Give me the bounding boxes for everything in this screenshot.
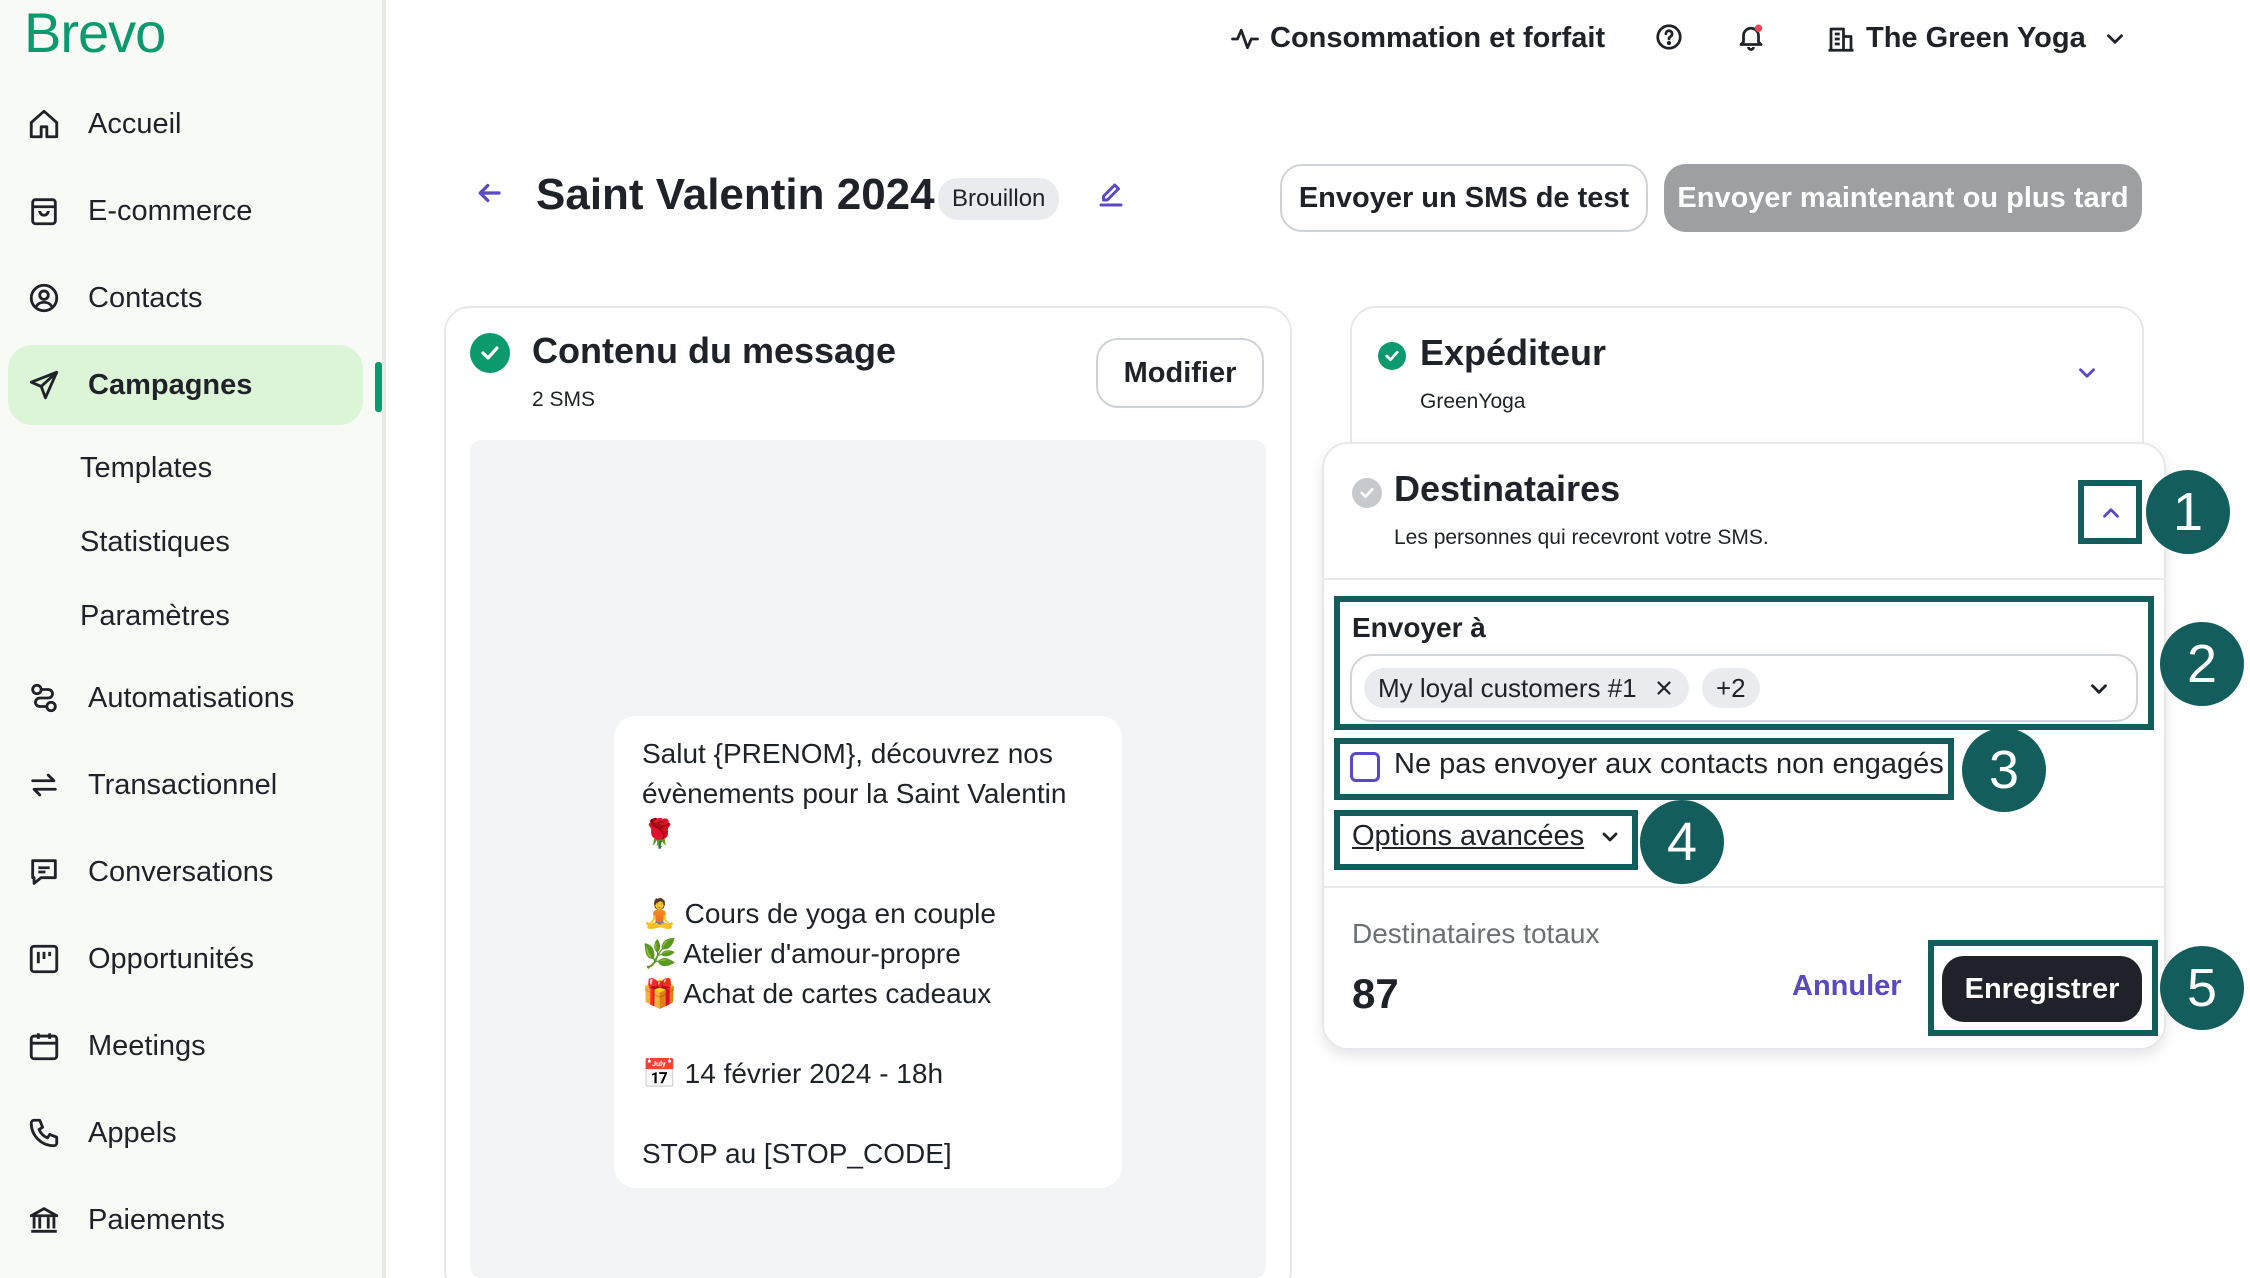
- sidebar: Brevo Accueil E-commerce Contacts Campag…: [0, 0, 386, 1278]
- bank-icon: [26, 1202, 62, 1238]
- content-card-title: Contenu du message: [532, 330, 897, 371]
- sidebar-item-label: Conversations: [88, 855, 274, 888]
- content-card-subtitle: 2 SMS: [532, 388, 596, 411]
- annotation-box-1: [2078, 480, 2142, 544]
- sms-preview-bubble: Salut {PRENOM}, découvrez nos évènements…: [614, 716, 1122, 1188]
- sidebar-item-label: Meetings: [88, 1029, 206, 1062]
- sidebar-item-transactionnel[interactable]: Transactionnel: [8, 745, 363, 825]
- pencil-icon: [1099, 183, 1123, 207]
- usage-label: Consommation et forfait: [1270, 22, 1606, 54]
- automation-icon: [26, 680, 62, 716]
- chevron-down-icon: [2079, 368, 2095, 378]
- sms-line: 📅 14 février 2024 - 18h: [642, 1058, 944, 1089]
- calendar-icon: [26, 1028, 62, 1064]
- sidebar-item-automatisations[interactable]: Automatisations: [8, 658, 363, 738]
- divider: [1324, 578, 2164, 580]
- building-icon: [1828, 27, 1854, 52]
- activity-icon: [1231, 28, 1259, 49]
- sidebar-item-paiements[interactable]: Paiements: [8, 1180, 363, 1260]
- sidebar-item-label: Transactionnel: [88, 768, 278, 801]
- sidebar-item-appels[interactable]: Appels: [8, 1093, 363, 1173]
- total-recipients-value: 87: [1352, 970, 1399, 1017]
- help-button[interactable]: [1654, 22, 1694, 52]
- contact-icon: [26, 280, 62, 316]
- chevron-down-icon: [2106, 33, 2123, 44]
- sms-line: STOP au [STOP_CODE]: [642, 1138, 952, 1169]
- sms-line: 🎁 Achat de cartes cadeaux: [642, 978, 992, 1009]
- sidebar-item-accueil[interactable]: Accueil: [8, 84, 363, 164]
- sidebar-item-campagnes[interactable]: Campagnes: [8, 345, 363, 425]
- bell-icon: [1739, 24, 1763, 51]
- total-recipients-label: Destinataires totaux: [1352, 918, 1600, 949]
- sidebar-item-label: E-commerce: [88, 194, 253, 227]
- sms-line: [642, 854, 1094, 894]
- sms-line: Salut {PRENOM}, découvrez nos: [642, 738, 1053, 769]
- kanban-icon: [26, 941, 62, 977]
- sms-line: 🌹: [642, 818, 677, 849]
- account-name: The Green Yoga: [1866, 22, 2086, 54]
- page-title: Saint Valentin 2024: [536, 170, 935, 219]
- sidebar-subitem-templates[interactable]: Templates: [80, 452, 212, 485]
- phone-icon: [26, 1115, 62, 1151]
- annotation-box-5: [1928, 940, 2158, 1036]
- sidebar-item-label: Automatisations: [88, 681, 295, 714]
- account-switcher[interactable]: The Green Yoga: [1826, 22, 2138, 55]
- pending-check-icon: [1352, 478, 1382, 508]
- active-indicator: [375, 362, 382, 412]
- sidebar-item-contacts[interactable]: Contacts: [8, 258, 363, 338]
- sidebar-subitem-statistiques[interactable]: Statistiques: [80, 526, 230, 559]
- help-icon: [1656, 24, 1682, 50]
- sender-card-subtitle: GreenYoga: [1420, 390, 1526, 413]
- annotation-box-2: [1334, 596, 2154, 730]
- annotation-number-5: 5: [2160, 946, 2244, 1030]
- arrow-left-icon: [478, 183, 501, 203]
- annotation-number-3: 3: [1962, 728, 2046, 812]
- sms-line: [642, 1014, 1094, 1054]
- shopping-bag-icon: [26, 193, 62, 229]
- chat-icon: [26, 854, 62, 890]
- annotation-box-3: [1334, 738, 1954, 800]
- modify-content-button[interactable]: Modifier: [1096, 338, 1264, 408]
- sender-card-title: Expéditeur: [1420, 332, 1607, 373]
- annotation-number-1: 1: [2146, 470, 2230, 554]
- edit-title-button[interactable]: [1096, 180, 1126, 215]
- sidebar-item-label: Opportunités: [88, 942, 255, 975]
- transfer-icon: [26, 767, 62, 803]
- check-circle-icon: [470, 333, 510, 373]
- expand-sender-button[interactable]: [2074, 360, 2100, 391]
- sidebar-item-opportunites[interactable]: Opportunités: [8, 919, 363, 999]
- divider: [1324, 886, 2164, 888]
- sms-line: évènements pour la Saint Valentin: [642, 778, 1067, 809]
- annotation-number-2: 2: [2160, 622, 2244, 706]
- check-circle-icon: [1378, 342, 1406, 370]
- home-icon: [26, 106, 62, 142]
- recipients-card-subtitle: Les personnes qui recevront votre SMS.: [1394, 526, 1769, 549]
- sidebar-item-label: Accueil: [88, 107, 182, 140]
- sidebar-item-label: Appels: [88, 1116, 177, 1149]
- recipients-card-title: Destinataires: [1394, 468, 1621, 509]
- send-test-sms-button[interactable]: Envoyer un SMS de test: [1280, 164, 1648, 232]
- annotation-number-4: 4: [1640, 800, 1724, 884]
- cancel-button[interactable]: Annuler: [1792, 970, 1902, 1003]
- sidebar-item-conversations[interactable]: Conversations: [8, 832, 363, 912]
- usage-link[interactable]: Consommation et forfait: [1230, 22, 1605, 55]
- notifications-button[interactable]: [1736, 22, 1776, 52]
- sidebar-item-meetings[interactable]: Meetings: [8, 1006, 363, 1086]
- sidebar-subitem-parametres[interactable]: Paramètres: [80, 600, 230, 633]
- status-badge: Brouillon: [938, 178, 1060, 220]
- annotation-box-4: [1334, 810, 1638, 870]
- sidebar-item-ecommerce[interactable]: E-commerce: [8, 171, 363, 251]
- back-button[interactable]: [474, 178, 504, 213]
- sidebar-item-label: Paiements: [88, 1203, 226, 1236]
- sms-line: 🧘 Cours de yoga en couple: [642, 898, 996, 929]
- send-now-or-later-button[interactable]: Envoyer maintenant ou plus tard: [1664, 164, 2142, 232]
- sidebar-item-label: Contacts: [88, 281, 203, 314]
- sidebar-item-label: Campagnes: [88, 368, 253, 401]
- sms-line: 🌿 Atelier d'amour-propre: [642, 938, 961, 969]
- sms-line: [642, 1094, 1094, 1134]
- brevo-logo[interactable]: Brevo: [24, 0, 166, 65]
- send-icon: [26, 367, 62, 403]
